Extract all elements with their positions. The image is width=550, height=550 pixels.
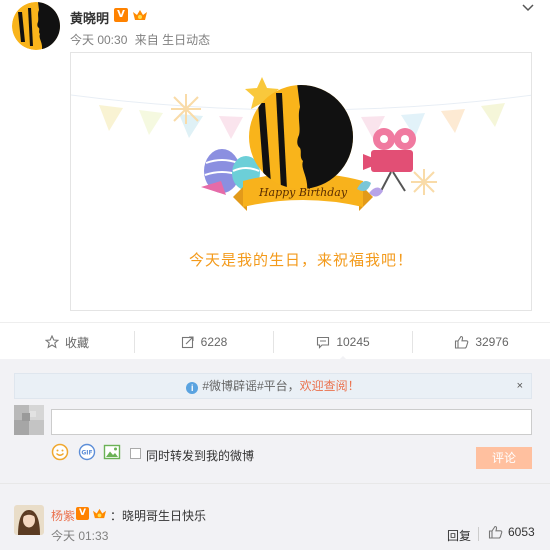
repost-count: 6228 bbox=[200, 335, 228, 349]
chevron-down-icon[interactable] bbox=[522, 2, 534, 14]
comment-like-count: 6053 bbox=[508, 525, 535, 539]
post-meta: 今天 00:30 来自 生日动态 bbox=[70, 31, 210, 48]
birthday-illustration: Happy Birthday bbox=[71, 77, 531, 211]
repost-checkbox[interactable] bbox=[130, 448, 141, 459]
current-user-avatar[interactable] bbox=[14, 405, 44, 435]
like-button[interactable]: 32976 bbox=[413, 323, 550, 361]
favorite-label: 收藏 bbox=[64, 335, 89, 350]
author-name[interactable]: 黄晓明 bbox=[70, 8, 109, 27]
comment-input[interactable] bbox=[51, 409, 532, 435]
verified-badge: V bbox=[114, 8, 128, 22]
crown-icon bbox=[93, 508, 106, 519]
repost-button[interactable]: 6228 bbox=[135, 323, 273, 361]
notice-text: #微博辟谣#平台， bbox=[202, 379, 300, 393]
repost-icon bbox=[181, 336, 194, 349]
repost-checkbox-label[interactable]: 同时转发到我的微博 bbox=[146, 447, 254, 464]
action-bar: 收藏 6228 10245 32976 bbox=[0, 322, 550, 363]
divider bbox=[0, 483, 550, 484]
comment-panel: i#微博辟谣#平台，欢迎查阅！ × GIF 同时转发到我的微博 评论 杨紫 V bbox=[0, 359, 550, 550]
comment-time: 今天 01:33 bbox=[51, 529, 109, 543]
happy-birthday-text: Happy Birthday bbox=[258, 186, 348, 199]
emoji-icon[interactable] bbox=[51, 443, 69, 461]
svg-text:GIF: GIF bbox=[81, 450, 92, 457]
thumbs-up-icon bbox=[488, 525, 503, 539]
commenter-avatar[interactable] bbox=[14, 505, 44, 535]
notice-link[interactable]: 欢迎查阅！ bbox=[300, 379, 360, 393]
post-source[interactable]: 生日动态 bbox=[162, 33, 210, 47]
rumor-notice: i #微博辟谣#平台，欢迎查阅！ × bbox=[14, 373, 532, 399]
star-icon bbox=[44, 335, 59, 349]
comment-text: ：晓明哥生日快乐 bbox=[110, 509, 207, 523]
submit-comment-button[interactable]: 评论 bbox=[476, 447, 532, 469]
comment-like-button[interactable]: 6053 bbox=[488, 525, 535, 539]
like-count: 32976 bbox=[475, 335, 509, 349]
post-source-prefix: 来自 bbox=[134, 33, 159, 47]
image-icon[interactable] bbox=[103, 443, 121, 461]
comment-icon bbox=[317, 336, 330, 349]
thumbs-up-icon bbox=[455, 335, 469, 349]
author-avatar[interactable] bbox=[12, 2, 60, 50]
card-message: 今天是我的生日，来祝福我吧！ bbox=[188, 252, 413, 269]
commenter-name[interactable]: 杨紫 bbox=[51, 507, 75, 524]
comment-count: 10245 bbox=[336, 335, 370, 349]
birthday-card[interactable]: Happy Birthday 今天是我的生日，来祝福我吧！ bbox=[70, 52, 532, 311]
close-icon[interactable]: × bbox=[517, 374, 523, 398]
info-icon: i bbox=[186, 382, 199, 394]
post-time[interactable]: 今天 00:30 bbox=[70, 33, 127, 47]
reply-button[interactable]: 回复 bbox=[447, 527, 471, 544]
commenter-verified-badge: V bbox=[76, 507, 89, 520]
crown-icon bbox=[133, 10, 147, 20]
favorite-button[interactable]: 收藏 bbox=[0, 323, 134, 361]
gif-icon[interactable]: GIF bbox=[78, 443, 96, 461]
comment-button[interactable]: 10245 bbox=[274, 323, 412, 363]
